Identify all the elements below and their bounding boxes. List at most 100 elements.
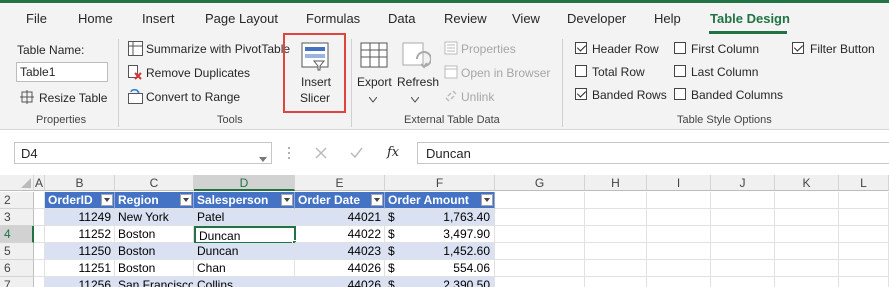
table-cell[interactable] bbox=[34, 209, 45, 226]
table-cell[interactable] bbox=[34, 260, 45, 277]
table-cell[interactable] bbox=[495, 192, 585, 209]
table-cell[interactable] bbox=[34, 277, 45, 287]
filter-dropdown-icon[interactable] bbox=[101, 194, 113, 206]
table-cell[interactable] bbox=[585, 192, 647, 209]
table-cell[interactable] bbox=[585, 260, 647, 277]
table-cell[interactable] bbox=[775, 226, 839, 243]
column-header[interactable]: C bbox=[115, 175, 194, 191]
table-cell[interactable] bbox=[775, 277, 839, 287]
table-cell[interactable]: Boston bbox=[115, 226, 194, 243]
table-cell[interactable]: $1,452.60 bbox=[385, 243, 495, 260]
table-cell[interactable] bbox=[775, 260, 839, 277]
export-button[interactable]: Export bbox=[357, 75, 392, 89]
worksheet-grid[interactable]: A B C D E F G H I J K L 2 3 4 5 6 7 Orde… bbox=[0, 173, 889, 287]
unlink-button[interactable]: Unlink bbox=[461, 90, 494, 104]
tab-page-layout[interactable]: Page Layout bbox=[205, 11, 278, 26]
table-cell[interactable]: 44021 bbox=[295, 209, 385, 226]
table-cell[interactable] bbox=[839, 209, 889, 226]
table-cell[interactable] bbox=[647, 209, 711, 226]
column-header[interactable]: F bbox=[385, 175, 495, 191]
table-cell[interactable]: Collins bbox=[194, 277, 295, 287]
table-cell[interactable]: 44023 bbox=[295, 243, 385, 260]
table-cell[interactable] bbox=[585, 277, 647, 287]
banded-rows-checkbox[interactable] bbox=[575, 88, 587, 100]
name-box[interactable]: D4 bbox=[14, 142, 272, 164]
first-column-checkbox[interactable] bbox=[674, 42, 686, 54]
refresh-button[interactable]: Refresh bbox=[397, 75, 439, 89]
row-header[interactable]: 6 bbox=[0, 260, 34, 277]
table-cell[interactable]: 11256 bbox=[45, 277, 115, 287]
table-cell[interactable] bbox=[647, 192, 711, 209]
row-header[interactable]: 3 bbox=[0, 209, 34, 226]
table-cell[interactable]: 11250 bbox=[45, 243, 115, 260]
table-header-cell[interactable]: Order Amount bbox=[385, 192, 495, 209]
tab-developer[interactable]: Developer bbox=[567, 11, 626, 26]
table-cell[interactable]: Boston bbox=[115, 260, 194, 277]
row-header[interactable]: 5 bbox=[0, 243, 34, 260]
tab-file[interactable]: File bbox=[26, 11, 47, 26]
table-cell[interactable] bbox=[711, 277, 775, 287]
table-name-input[interactable]: Table1 bbox=[16, 62, 108, 82]
table-cell[interactable]: Patel bbox=[194, 209, 295, 226]
column-header[interactable]: A bbox=[34, 175, 45, 191]
table-cell[interactable]: 44026 bbox=[295, 277, 385, 287]
table-cell[interactable]: Boston bbox=[115, 243, 194, 260]
table-cell[interactable] bbox=[775, 209, 839, 226]
table-cell[interactable]: Duncan bbox=[194, 243, 295, 260]
table-cell[interactable] bbox=[839, 226, 889, 243]
table-cell[interactable]: $3,497.90 bbox=[385, 226, 495, 243]
properties-button[interactable]: Properties bbox=[461, 42, 516, 56]
table-cell[interactable] bbox=[495, 209, 585, 226]
select-all-corner[interactable] bbox=[0, 175, 34, 191]
table-header-cell[interactable]: Region bbox=[115, 192, 194, 209]
total-row-checkbox[interactable] bbox=[575, 65, 587, 77]
tab-review[interactable]: Review bbox=[444, 11, 487, 26]
table-cell[interactable]: New York bbox=[115, 209, 194, 226]
open-in-browser-button[interactable]: Open in Browser bbox=[461, 66, 550, 80]
column-header[interactable]: G bbox=[495, 175, 585, 191]
tab-table-design[interactable]: Table Design bbox=[710, 11, 790, 26]
table-cell[interactable] bbox=[647, 277, 711, 287]
tab-insert[interactable]: Insert bbox=[142, 11, 175, 26]
banded-columns-checkbox[interactable] bbox=[674, 88, 686, 100]
table-cell[interactable] bbox=[585, 243, 647, 260]
table-header-cell[interactable]: Salesperson bbox=[194, 192, 295, 209]
row-header[interactable]: 2 bbox=[0, 192, 34, 209]
convert-to-range-button[interactable]: Convert to Range bbox=[146, 90, 240, 104]
filter-dropdown-icon[interactable] bbox=[281, 194, 293, 206]
table-cell[interactable]: 11249 bbox=[45, 209, 115, 226]
table-cell[interactable]: $554.06 bbox=[385, 260, 495, 277]
insert-function-icon[interactable]: fx bbox=[387, 145, 399, 160]
resize-table-button[interactable]: Resize Table bbox=[39, 91, 107, 105]
table-cell[interactable] bbox=[495, 226, 585, 243]
table-cell[interactable]: $2,390.50 bbox=[385, 277, 495, 287]
table-cell[interactable]: 44022 bbox=[295, 226, 385, 243]
header-row-checkbox[interactable] bbox=[575, 42, 587, 54]
table-cell[interactable] bbox=[34, 226, 45, 243]
table-cell[interactable]: Chan bbox=[194, 260, 295, 277]
row-header[interactable]: 7 bbox=[0, 277, 34, 287]
table-cell[interactable] bbox=[495, 260, 585, 277]
table-cell[interactable] bbox=[495, 243, 585, 260]
column-header[interactable]: B bbox=[45, 175, 115, 191]
table-cell[interactable] bbox=[647, 260, 711, 277]
insert-slicer-button[interactable] bbox=[283, 33, 346, 113]
column-header[interactable]: K bbox=[775, 175, 839, 191]
table-cell[interactable] bbox=[839, 243, 889, 260]
row-header[interactable]: 4 bbox=[0, 226, 34, 243]
table-cell[interactable] bbox=[775, 192, 839, 209]
table-cell[interactable] bbox=[585, 209, 647, 226]
table-cell[interactable] bbox=[711, 209, 775, 226]
table-header-cell[interactable]: OrderID bbox=[45, 192, 115, 209]
table-cell[interactable] bbox=[34, 192, 45, 209]
tab-data[interactable]: Data bbox=[388, 11, 415, 26]
table-header-cell[interactable]: Order Date bbox=[295, 192, 385, 209]
last-column-checkbox[interactable] bbox=[674, 65, 686, 77]
cancel-icon[interactable] bbox=[315, 147, 327, 162]
enter-check-icon[interactable] bbox=[350, 147, 363, 162]
table-cell[interactable] bbox=[711, 226, 775, 243]
remove-duplicates-button[interactable]: Remove Duplicates bbox=[146, 66, 250, 80]
column-header[interactable]: J bbox=[711, 175, 775, 191]
table-cell[interactable] bbox=[647, 243, 711, 260]
table-cell[interactable] bbox=[34, 243, 45, 260]
